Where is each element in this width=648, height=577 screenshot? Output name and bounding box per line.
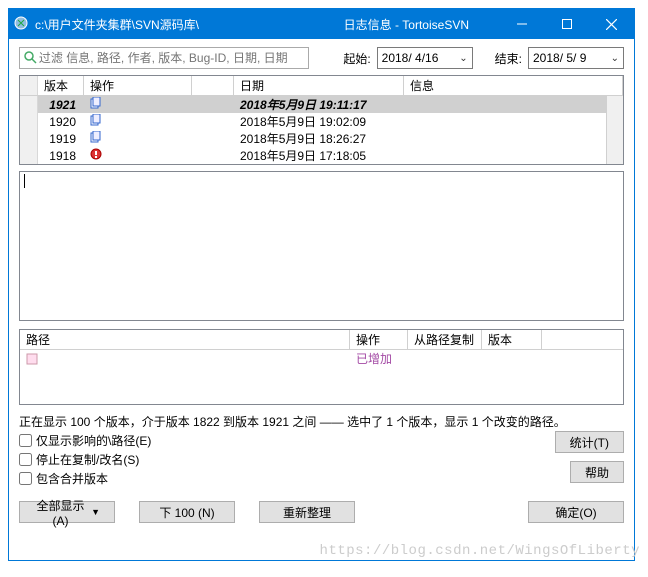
action-icon [90,97,102,109]
end-date-picker[interactable]: 2018/ 5/ 9 ⌄ [528,47,624,69]
action-icon [90,131,102,143]
include-merged-checkbox[interactable] [19,472,32,485]
titlebar: c:\用户文件夹集群\SVN源码库\ 日志信息 - TortoiseSVN [9,9,634,39]
files-table[interactable]: 路径 操作 从路径复制 版本 已增加 [19,329,624,405]
stats-button[interactable]: 统计(T) [555,431,624,453]
log-table-header: 版本 操作 日期 信息 [20,76,623,96]
chevron-down-icon: ⌄ [611,53,619,64]
action-cell [84,97,192,112]
action-cell [84,114,192,129]
log-row[interactable]: 1918 2018年5月9日 17:18:05 [20,147,623,164]
ok-button[interactable]: 确定(O) [528,501,624,523]
stop-on-copy-label: 停止在复制/改名(S) [36,451,139,468]
col-copy-from[interactable]: 从路径复制 [408,330,482,349]
date-cell: 2018年5月9日 18:26:27 [234,130,404,147]
col-revision[interactable]: 版本 [38,76,84,95]
rev-cell: 1921 [38,98,84,112]
date-cell: 2018年5月9日 19:11:17 [234,96,404,113]
window-title: 日志信息 - TortoiseSVN [344,16,499,33]
rev-cell: 1920 [38,115,84,129]
files-table-header: 路径 操作 从路径复制 版本 [20,330,623,350]
help-button[interactable]: 帮助 [570,461,624,483]
file-path-cell [20,352,350,366]
only-affected-label: 仅显示影响的\路径(E) [36,432,151,449]
app-icon [9,15,33,34]
action-cell [84,131,192,146]
col-date[interactable]: 日期 [234,76,404,95]
log-table[interactable]: 版本 操作 日期 信息 1921 2018年5月9日 19:11:17 1920 20… [19,75,624,165]
status-text: 正在显示 100 个版本，介于版本 1822 到版本 1921 之间 —— 选中… [19,413,624,430]
col-author[interactable] [192,76,234,95]
search-icon [22,50,39,67]
next-100-button[interactable]: 下 100 (N) [139,501,235,523]
rev-cell: 1919 [38,132,84,146]
date-cell: 2018年5月9日 17:18:05 [234,147,404,164]
action-icon [90,148,102,160]
log-row[interactable]: 1921 2018年5月9日 19:11:17 [20,96,623,113]
date-cell: 2018年5月9日 19:02:09 [234,113,404,130]
filter-search-box[interactable] [19,47,309,69]
col-file-action[interactable]: 操作 [350,330,408,349]
action-cell [84,148,192,163]
start-date-picker[interactable]: 2018/ 4/16 ⌄ [377,47,473,69]
log-row[interactable]: 1919 2018年5月9日 18:26:27 [20,130,623,147]
show-all-button[interactable]: 全部显示(A)▼ [19,501,115,523]
maximize-button[interactable] [544,9,589,39]
window-path: c:\用户文件夹集群\SVN源码库\ [33,16,199,33]
start-date-label: 起始: [343,50,370,67]
message-textarea[interactable] [19,171,624,321]
end-date-label: 结束: [495,50,522,67]
action-icon [90,114,102,126]
scrollbar[interactable] [606,96,623,164]
rev-cell: 1918 [38,149,84,163]
col-message[interactable]: 信息 [404,76,623,95]
log-row[interactable]: 1920 2018年5月9日 19:02:09 [20,113,623,130]
chevron-down-icon: ▼ [91,507,100,517]
close-button[interactable] [589,9,634,39]
file-row[interactable]: 已增加 [20,350,623,367]
filter-input[interactable] [39,51,306,65]
col-action[interactable]: 操作 [84,76,192,95]
chevron-down-icon: ⌄ [459,53,467,64]
refresh-button[interactable]: 重新整理 [259,501,355,523]
stop-on-copy-checkbox[interactable] [19,453,32,466]
only-affected-checkbox[interactable] [19,434,32,447]
file-action-cell: 已增加 [350,350,408,367]
col-path[interactable]: 路径 [20,330,350,349]
include-merged-label: 包含合并版本 [36,470,108,487]
minimize-button[interactable] [499,9,544,39]
col-file-rev[interactable]: 版本 [482,330,542,349]
